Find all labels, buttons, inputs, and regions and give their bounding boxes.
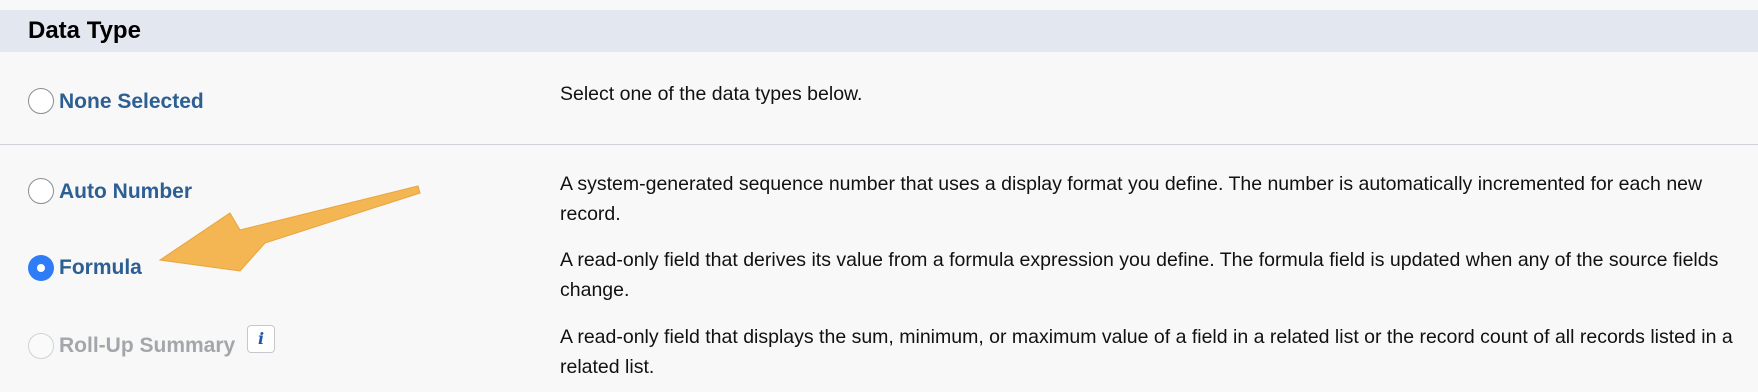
label-auto-number[interactable]: Auto Number <box>59 179 192 205</box>
description-auto-number: A system-generated sequence number that … <box>560 173 1703 225</box>
radio-formula[interactable] <box>28 255 54 281</box>
radio-roll-up-summary <box>28 333 54 359</box>
description-none-selected: Select one of the data types below. <box>560 83 863 105</box>
label-roll-up-summary: Roll-Up Summary <box>59 334 236 357</box>
radio-auto-number[interactable] <box>28 178 54 204</box>
label-formula[interactable]: Formula <box>59 255 142 281</box>
section-title: Data Type <box>28 17 141 44</box>
top-strip <box>0 0 1758 10</box>
divider <box>0 144 1758 145</box>
info-icon[interactable]: i <box>247 325 275 353</box>
data-type-page: Data Type None Selected Select one of th… <box>0 0 1758 392</box>
section-header <box>0 10 1758 52</box>
radio-none-selected[interactable] <box>28 88 54 114</box>
label-none-selected[interactable]: None Selected <box>59 89 204 115</box>
description-roll-up-summary: A read-only field that displays the sum,… <box>560 326 1733 378</box>
description-formula: A read-only field that derives its value… <box>560 249 1719 301</box>
